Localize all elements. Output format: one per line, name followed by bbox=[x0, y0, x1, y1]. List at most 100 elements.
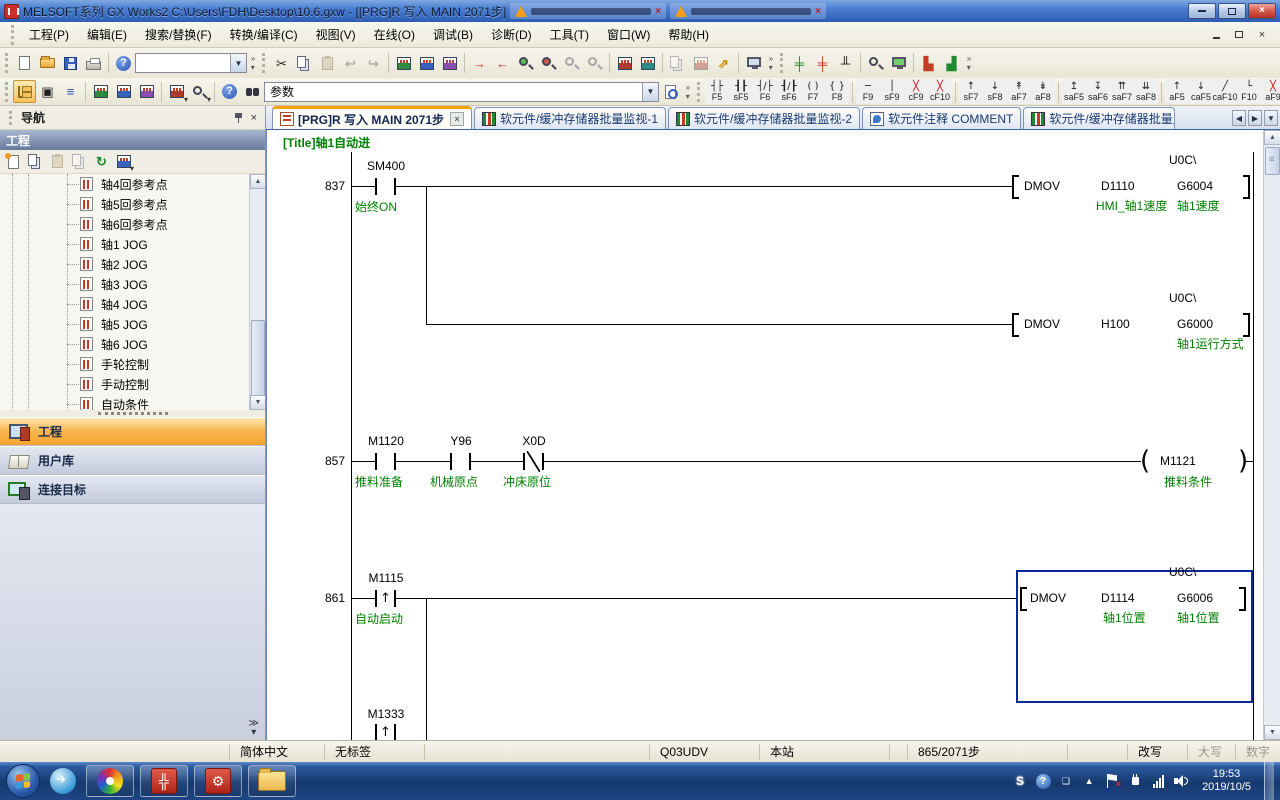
close-icon[interactable]: × bbox=[655, 6, 661, 17]
zoom-combobox[interactable]: ▼ bbox=[135, 53, 247, 73]
ladder-symbol-button[interactable]: │sF9 bbox=[880, 79, 904, 104]
tree-item[interactable]: 轴4回参考点 bbox=[67, 174, 265, 194]
plc-write-icon[interactable]: → bbox=[468, 52, 491, 75]
paste-item-icon[interactable] bbox=[47, 151, 68, 172]
scrollbar-thumb[interactable] bbox=[1265, 147, 1280, 175]
redo-icon[interactable]: ↪ bbox=[362, 52, 385, 75]
instruction-src[interactable]: D1114 bbox=[1101, 591, 1135, 605]
sogou-tray-icon[interactable]: S bbox=[1012, 773, 1028, 789]
help-icon[interactable] bbox=[112, 52, 135, 75]
tree-scrollbar[interactable]: ▲ ▼ bbox=[249, 174, 265, 410]
maximize-button[interactable] bbox=[1218, 3, 1246, 19]
ladder-symbol-button[interactable]: ↥saF5 bbox=[1062, 79, 1086, 104]
device-search-combobox[interactable]: 参数 ▼ bbox=[264, 82, 659, 102]
volume-icon[interactable] bbox=[1173, 773, 1189, 789]
paste-icon[interactable] bbox=[316, 52, 339, 75]
help-tray-icon[interactable]: ? bbox=[1035, 773, 1051, 789]
scroll-up-icon[interactable]: ▲ bbox=[1264, 130, 1280, 145]
device-find-icon[interactable] bbox=[89, 80, 112, 103]
tab-device-monitor-3[interactable]: 软元件/缓冲存储器批量监 bbox=[1023, 107, 1175, 129]
device-display2-icon[interactable] bbox=[636, 52, 659, 75]
help2-icon[interactable] bbox=[218, 80, 241, 103]
pin-icon[interactable] bbox=[233, 112, 245, 124]
menu-item[interactable]: 转换/编译(C) bbox=[221, 22, 307, 47]
find-binoculars-icon[interactable] bbox=[241, 80, 264, 103]
filter-sort-icon[interactable] bbox=[113, 151, 134, 172]
ladder-block-start-icon[interactable]: ╪ bbox=[788, 52, 811, 75]
instruction-dst[interactable]: G6000 bbox=[1177, 317, 1213, 331]
nav-button-user-library[interactable]: 用户库 bbox=[0, 446, 265, 475]
ladder-symbol-button[interactable]: ╱caF10 bbox=[1213, 79, 1237, 104]
save-icon[interactable] bbox=[59, 52, 82, 75]
ladder-symbol-button[interactable]: ⇊saF8 bbox=[1134, 79, 1158, 104]
device-batch-icon[interactable] bbox=[135, 80, 158, 103]
instruction-src[interactable]: D1110 bbox=[1101, 179, 1135, 193]
ladder-symbol-button[interactable]: ⇈saF7 bbox=[1110, 79, 1134, 104]
zoom-prev-icon[interactable] bbox=[560, 52, 583, 75]
panel-splitter[interactable] bbox=[0, 410, 265, 417]
doc-find-icon[interactable] bbox=[659, 80, 682, 103]
show-desktop-button[interactable] bbox=[1264, 762, 1274, 800]
tree-item[interactable]: 手轮控制 bbox=[67, 354, 265, 374]
taskbar-browser-icon[interactable] bbox=[46, 766, 80, 796]
sampling-trace-icon[interactable]: ▙ bbox=[917, 52, 940, 75]
toolbar-overflow-icon[interactable]: »▾ bbox=[247, 52, 259, 74]
tab-scroll-right-icon[interactable]: ▶ bbox=[1248, 110, 1262, 126]
ladder-symbol-button[interactable]: ↓caF5 bbox=[1189, 79, 1213, 104]
device-display-dropdown-icon[interactable] bbox=[165, 80, 188, 103]
menu-item[interactable]: 帮助(H) bbox=[659, 22, 718, 47]
tree-item[interactable]: 轴1 JOG bbox=[67, 234, 265, 254]
minimize-button[interactable] bbox=[1188, 3, 1216, 19]
start-button[interactable] bbox=[6, 764, 40, 798]
tree-item[interactable]: 轴3 JOG bbox=[67, 274, 265, 294]
monitor-stop-icon[interactable] bbox=[537, 52, 560, 75]
ladder-symbol-button[interactable]: ( )F7 bbox=[801, 79, 825, 104]
device-test-dropdown-icon[interactable] bbox=[188, 80, 211, 103]
menu-item[interactable]: 工程(P) bbox=[20, 22, 78, 47]
tray-expand-icon[interactable]: ▲ bbox=[1081, 773, 1097, 789]
monitor-screen-icon[interactable] bbox=[887, 52, 910, 75]
tree-item[interactable]: 自动条件 bbox=[67, 394, 265, 410]
ladder-symbol-button[interactable]: ┤/├F6 bbox=[753, 79, 777, 104]
taskbar-explorer-app[interactable] bbox=[248, 765, 296, 797]
device-display-icon[interactable] bbox=[613, 52, 636, 75]
ladder-block-end-icon[interactable]: ╪ bbox=[811, 52, 834, 75]
ladder-symbol-button[interactable]: ↟aF7 bbox=[1007, 79, 1031, 104]
property-icon[interactable] bbox=[69, 151, 90, 172]
nav-button-project[interactable]: 工程 bbox=[0, 417, 265, 446]
device-monitor-icon[interactable] bbox=[392, 52, 415, 75]
copy-icon[interactable] bbox=[293, 52, 316, 75]
tree-item[interactable]: 轴5回参考点 bbox=[67, 194, 265, 214]
contact-rising-pulse[interactable]: ↑ bbox=[375, 590, 396, 607]
window-tray-icon[interactable]: ❏ bbox=[1058, 773, 1074, 789]
monitor-write-icon[interactable] bbox=[415, 52, 438, 75]
instruction-dst[interactable]: G6004 bbox=[1177, 179, 1213, 193]
print-icon[interactable] bbox=[82, 52, 105, 75]
instruction-dst[interactable]: G6006 bbox=[1177, 591, 1213, 605]
menu-item[interactable]: 诊断(D) bbox=[482, 22, 541, 47]
zoom-next-icon[interactable] bbox=[583, 52, 606, 75]
jump-icon[interactable]: ⇗ bbox=[712, 52, 735, 75]
mdi-restore-button[interactable] bbox=[1229, 27, 1249, 43]
toolbar-grip[interactable] bbox=[11, 25, 16, 45]
ladder-editor[interactable]: [Title]轴1自动进 837 SM400 始终ON DMOV D1110 U… bbox=[266, 130, 1280, 740]
toolbar-overflow-icon[interactable]: »▾ bbox=[682, 81, 694, 103]
toolbar-overflow-icon[interactable]: »▾ bbox=[963, 52, 975, 74]
close-icon[interactable]: × bbox=[815, 6, 821, 17]
instruction-op[interactable]: DMOV bbox=[1030, 591, 1066, 605]
scroll-up-icon[interactable]: ▲ bbox=[250, 174, 265, 189]
contact-rising-pulse[interactable]: ↑ bbox=[375, 724, 396, 740]
menu-item[interactable]: 搜索/替换(F) bbox=[136, 22, 221, 47]
sampling-trace2-icon[interactable]: ▟ bbox=[940, 52, 963, 75]
ladder-symbol-button[interactable]: ↑sF7 bbox=[959, 79, 983, 104]
close-button[interactable]: × bbox=[1248, 3, 1276, 19]
menu-item[interactable]: 窗口(W) bbox=[598, 22, 659, 47]
ladder-symbol-button[interactable]: ↓sF8 bbox=[983, 79, 1007, 104]
tree-item[interactable]: 轴5 JOG bbox=[67, 314, 265, 334]
tree-item[interactable]: 轴6 JOG bbox=[67, 334, 265, 354]
plc-read-icon[interactable]: ← bbox=[491, 52, 514, 75]
ladder-symbol-button[interactable]: ╳cF10 bbox=[928, 79, 952, 104]
ladder-insert-icon[interactable]: ╨ bbox=[834, 52, 857, 75]
instruction-op[interactable]: DMOV bbox=[1024, 317, 1060, 331]
nav-button-connection[interactable]: 连接目标 bbox=[0, 475, 265, 504]
